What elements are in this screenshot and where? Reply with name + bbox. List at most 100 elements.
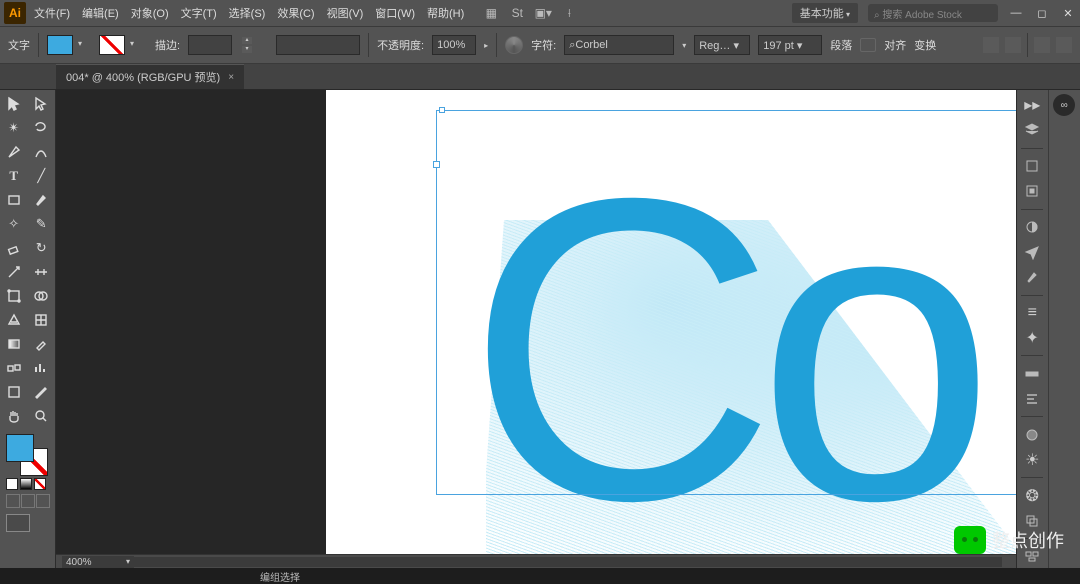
paragraph-icon[interactable] [860, 38, 876, 52]
align-label[interactable]: 对齐 [884, 37, 906, 53]
menu-help[interactable]: 帮助(H) [427, 5, 464, 21]
curvature-tool[interactable] [28, 140, 56, 164]
scroll-track[interactable] [70, 557, 1002, 567]
stroke-weight-input[interactable] [188, 35, 232, 55]
bridge-icon[interactable]: ▦ [482, 4, 500, 22]
asset-export-icon[interactable] [1020, 180, 1044, 203]
opacity-input[interactable]: 100% [432, 35, 476, 55]
color-mode-none-icon[interactable] [34, 478, 46, 490]
fill-swatch[interactable] [47, 35, 73, 55]
transform-label[interactable]: 变换 [914, 37, 936, 53]
layers-panel-icon[interactable] [1020, 119, 1044, 142]
menu-file[interactable]: 文件(F) [34, 5, 70, 21]
brushes-panel-icon[interactable] [1020, 266, 1044, 289]
symbols-panel-icon[interactable]: ✦ [1020, 326, 1044, 349]
type-tool[interactable]: T [0, 164, 28, 188]
screen-mode-button[interactable] [6, 514, 30, 532]
gpu-icon[interactable]: ⟊ [560, 4, 578, 22]
tab-close-icon[interactable]: × [228, 72, 234, 83]
artboard-tool[interactable] [0, 380, 28, 404]
navigator-icon[interactable] [1020, 241, 1044, 264]
document-tab[interactable]: 004* @ 400% (RGB/GPU 预览) × [56, 64, 244, 89]
menu-effect[interactable]: 效果(C) [277, 5, 314, 21]
fill-stroke-color[interactable] [6, 434, 48, 476]
window-minimize-icon[interactable]: — [1008, 6, 1024, 20]
menu-select[interactable]: 选择(S) [229, 5, 266, 21]
lasso-tool[interactable] [28, 116, 56, 140]
window-restore-icon[interactable]: ◻ [1034, 6, 1050, 20]
menu-view[interactable]: 视图(V) [327, 5, 364, 21]
hand-tool[interactable] [0, 404, 28, 428]
menu-bar: Ai 文件(F) 编辑(E) 对象(O) 文字(T) 选择(S) 效果(C) 视… [0, 0, 1080, 26]
optbar-btn-3[interactable] [1034, 37, 1050, 53]
optbar-btn-4[interactable] [1056, 37, 1072, 53]
canvas-area[interactable]: Co 400% [56, 90, 1016, 568]
align-panel-icon[interactable] [1020, 387, 1044, 410]
shape-builder-tool[interactable] [28, 284, 56, 308]
blend-tool[interactable] [0, 356, 28, 380]
color-mode-gradient-icon[interactable] [20, 478, 32, 490]
magic-wand-tool[interactable]: ✴ [0, 116, 28, 140]
scale-tool[interactable] [0, 260, 28, 284]
rotate-tool[interactable]: ↻ [28, 236, 56, 260]
font-size-input[interactable]: 197 pt ▾ [758, 35, 822, 55]
workspace-switcher[interactable]: 基本功能 [792, 3, 858, 23]
brush-tool[interactable] [28, 188, 56, 212]
optbar-btn-1[interactable] [983, 37, 999, 53]
line-tool[interactable]: ╱ [28, 164, 56, 188]
appearance-panel-icon[interactable]: ☀ [1020, 448, 1044, 471]
stroke-weight-spinner[interactable]: ▴▾ [242, 36, 252, 54]
color-mode-solid-icon[interactable] [6, 478, 18, 490]
draw-behind-icon[interactable] [21, 494, 35, 508]
menu-object[interactable]: 对象(O) [131, 5, 169, 21]
perspective-tool[interactable] [0, 308, 28, 332]
menubar-right: 基本功能 ⌕ 搜索 Adobe Stock — ◻ ✕ [792, 3, 1076, 23]
optbar-btn-2[interactable] [1005, 37, 1021, 53]
eraser-tool[interactable] [0, 236, 28, 260]
watermark-text: 整点创作 [992, 527, 1064, 553]
fill-color-icon[interactable] [6, 434, 34, 462]
slice-tool[interactable] [28, 380, 56, 404]
mesh-tool[interactable] [28, 308, 56, 332]
paragraph-label[interactable]: 段落 [830, 37, 852, 53]
cc-libraries-icon[interactable]: ∞ [1053, 94, 1075, 116]
selection-tool[interactable] [0, 92, 28, 116]
zoom-level-input[interactable]: 400% [62, 556, 134, 568]
menu-edit[interactable]: 编辑(E) [82, 5, 119, 21]
zoom-tool[interactable] [28, 404, 56, 428]
pencil-tool[interactable]: ✎ [28, 212, 56, 236]
color-panel-icon[interactable] [1020, 216, 1044, 239]
stroke-swatch[interactable] [99, 35, 125, 55]
menu-type[interactable]: 文字(T) [181, 5, 217, 21]
pen-tool[interactable] [0, 140, 28, 164]
artboards-panel-icon[interactable] [1020, 155, 1044, 178]
draw-inside-icon[interactable] [36, 494, 50, 508]
graphic-styles-icon[interactable]: ❂ [1020, 484, 1044, 507]
stock-icon[interactable]: St [508, 4, 526, 22]
gradient-panel-icon[interactable] [1020, 362, 1044, 385]
draw-normal-icon[interactable] [6, 494, 20, 508]
column-graph-tool[interactable] [28, 356, 56, 380]
gradient-tool[interactable] [0, 332, 28, 356]
selection-handle[interactable] [433, 161, 440, 168]
collapse-icon[interactable]: ▸▸ [1020, 94, 1044, 117]
transparency-panel-icon[interactable] [1020, 423, 1044, 446]
menu-items: 文件(F) 编辑(E) 对象(O) 文字(T) 选择(S) 效果(C) 视图(V… [34, 5, 464, 21]
rectangle-tool[interactable] [0, 188, 28, 212]
selection-frame[interactable] [436, 110, 1016, 495]
font-family-input[interactable]: ⌕ Corbel [564, 35, 674, 55]
menu-window[interactable]: 窗口(W) [375, 5, 415, 21]
free-transform-tool[interactable] [0, 284, 28, 308]
search-stock-input[interactable]: ⌕ 搜索 Adobe Stock [868, 4, 998, 22]
window-close-icon[interactable]: ✕ [1060, 6, 1076, 20]
eyedropper-tool[interactable] [28, 332, 56, 356]
stroke-panel-icon[interactable]: ≡ [1020, 302, 1044, 325]
width-tool[interactable] [28, 260, 56, 284]
brush-definition[interactable] [276, 35, 360, 55]
horizontal-scrollbar[interactable]: 400% [56, 554, 1016, 568]
arrange-icon[interactable]: ▣▾ [534, 4, 552, 22]
font-style-input[interactable]: Reg… ▾ [694, 35, 750, 55]
direct-selection-tool[interactable] [28, 92, 56, 116]
shaper-tool[interactable]: ✧ [0, 212, 28, 236]
recolor-icon[interactable] [505, 36, 523, 54]
